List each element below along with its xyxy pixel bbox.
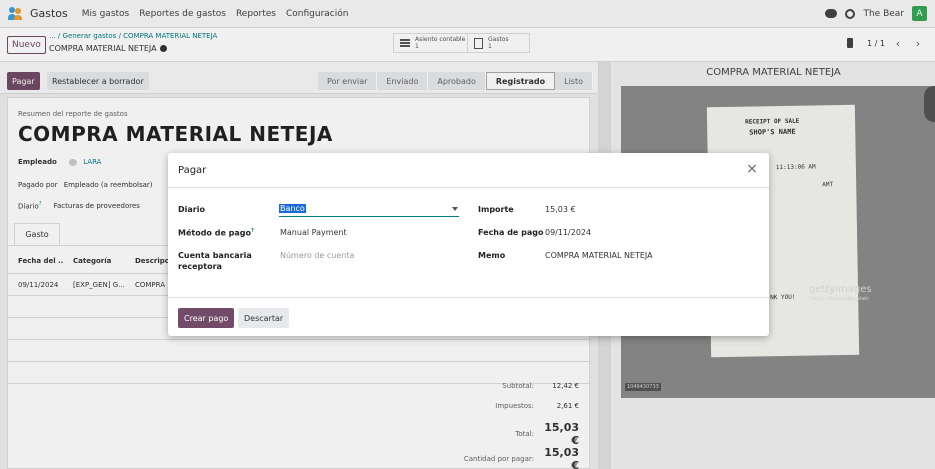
- payment-method-value[interactable]: Manual Payment: [280, 228, 347, 237]
- diario-value[interactable]: Banco: [279, 204, 306, 213]
- help-icon[interactable]: ?: [251, 228, 254, 234]
- diario-select[interactable]: Banco: [279, 203, 459, 217]
- discard-button[interactable]: Descartar: [238, 308, 290, 328]
- payment-dialog: Pagar × Diario Banco Método de pago? Man…: [168, 153, 769, 336]
- dialog-title: Pagar: [178, 164, 207, 176]
- amount-field[interactable]: 15,03 €: [545, 205, 576, 214]
- bank-account-field[interactable]: Número de cuenta: [280, 251, 354, 260]
- payment-method-label: Método de pago?: [178, 228, 254, 238]
- amount-label: Importe: [478, 205, 514, 214]
- memo-label: Memo: [478, 251, 506, 260]
- payment-date-label: Fecha de pago: [478, 228, 544, 237]
- dialog-header: Pagar ×: [168, 153, 769, 188]
- receiving-bank-account-label: Cuenta bancaria receptora: [178, 251, 252, 271]
- dialog-footer: Crear pago Descartar: [168, 297, 769, 336]
- chevron-down-icon[interactable]: [452, 207, 458, 211]
- payment-date-field[interactable]: 09/11/2024: [545, 228, 591, 237]
- diario-label: Diario: [178, 205, 205, 214]
- memo-field[interactable]: COMPRA MATERIAL NETEJA: [545, 251, 653, 260]
- create-payment-button[interactable]: Crear pago: [178, 308, 235, 328]
- close-icon[interactable]: ×: [745, 162, 759, 176]
